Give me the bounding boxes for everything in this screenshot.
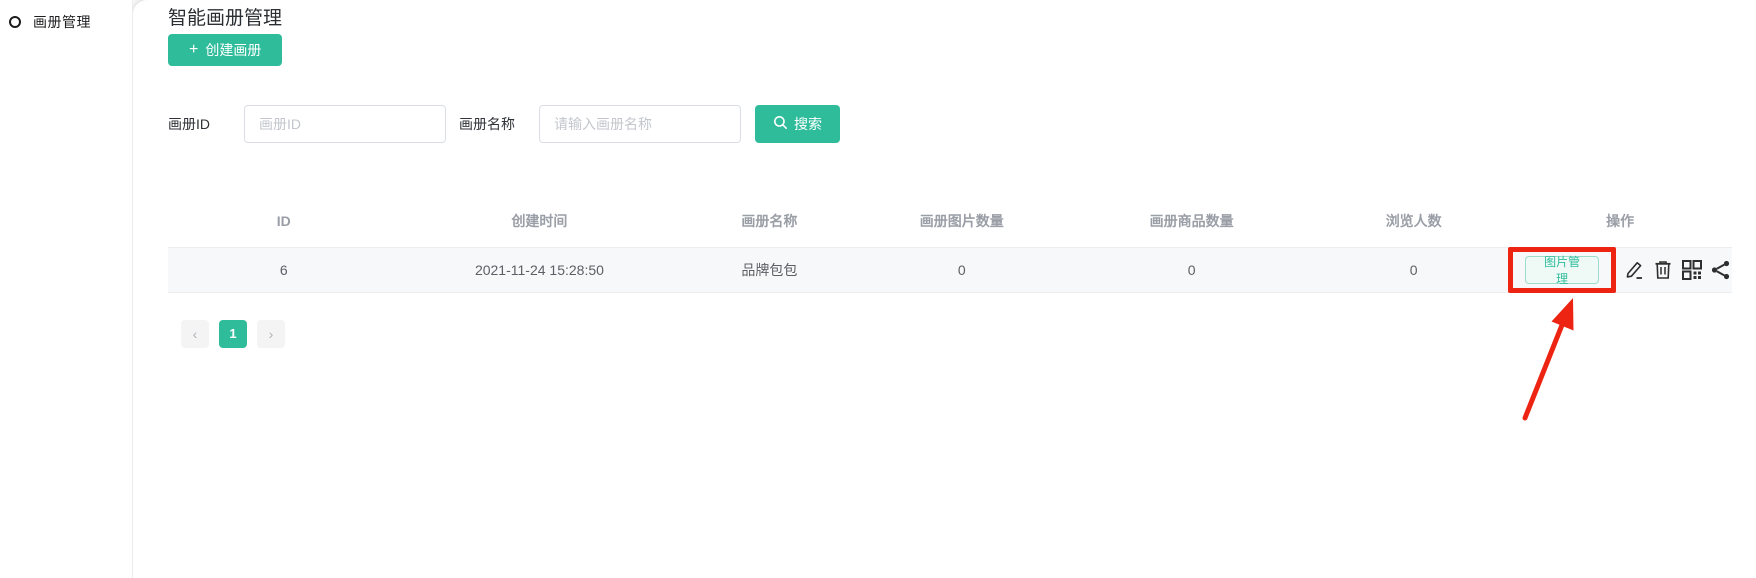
search-bar: 画册ID 画册名称 搜索 (168, 105, 1732, 143)
app-window: 画册管理 智能画册管理 + 创建画册 画册ID 画册名称 搜索 (0, 0, 1756, 578)
pagination-prev-button[interactable]: ‹ (181, 320, 209, 348)
cell-created-at: 2021-11-24 15:28:50 (399, 247, 679, 292)
page-title: 智能画册管理 (168, 0, 1732, 29)
sidebar-item-label: 画册管理 (33, 12, 91, 32)
column-header-image-count: 画册图片数量 (859, 195, 1064, 247)
album-table: ID 创建时间 画册名称 画册图片数量 画册商品数量 浏览人数 操作 6 202… (168, 195, 1732, 293)
create-album-button[interactable]: + 创建画册 (168, 34, 282, 66)
column-header-id: ID (168, 195, 399, 247)
sidebar: 画册管理 (0, 0, 133, 578)
column-header-created-at: 创建时间 (399, 195, 679, 247)
search-button-label: 搜索 (794, 114, 822, 134)
main-content: 智能画册管理 + 创建画册 画册ID 画册名称 搜索 (133, 0, 1756, 578)
pagination-next-button[interactable]: › (257, 320, 285, 348)
table-header-row: ID 创建时间 画册名称 画册图片数量 画册商品数量 浏览人数 操作 (168, 195, 1732, 247)
radio-circle-icon (9, 16, 21, 28)
qrcode-icon[interactable] (1681, 259, 1703, 281)
plus-icon: + (189, 42, 198, 58)
album-id-input[interactable] (244, 105, 446, 143)
cell-product-count: 0 (1064, 247, 1319, 292)
cell-view-count: 0 (1319, 247, 1508, 292)
sidebar-item-album-management[interactable]: 画册管理 (0, 0, 132, 44)
annotation-highlight-box: 图片管理 (1508, 247, 1616, 293)
edit-icon[interactable] (1623, 259, 1645, 281)
column-header-view-count: 浏览人数 (1319, 195, 1508, 247)
create-album-label: 创建画册 (205, 40, 261, 60)
album-id-label: 画册ID (168, 114, 210, 134)
magnifier-icon (773, 115, 788, 133)
column-header-product-count: 画册商品数量 (1064, 195, 1319, 247)
table-row: 6 2021-11-24 15:28:50 品牌包包 0 0 0 图片管理 (168, 247, 1732, 292)
cell-actions: 图片管理 (1508, 247, 1732, 292)
trash-icon[interactable] (1652, 259, 1674, 281)
share-icon[interactable] (1710, 259, 1732, 281)
column-header-name: 画册名称 (679, 195, 859, 247)
cell-name: 品牌包包 (679, 247, 859, 292)
search-button[interactable]: 搜索 (755, 105, 840, 143)
album-name-input[interactable] (539, 105, 741, 143)
cell-id: 6 (168, 247, 399, 292)
pagination-page-1-button[interactable]: 1 (219, 320, 247, 348)
manage-images-button[interactable]: 图片管理 (1525, 256, 1599, 284)
column-header-actions: 操作 (1508, 195, 1732, 247)
pagination: ‹ 1 › (181, 320, 1732, 348)
album-name-label: 画册名称 (459, 114, 515, 134)
cell-image-count: 0 (859, 247, 1064, 292)
